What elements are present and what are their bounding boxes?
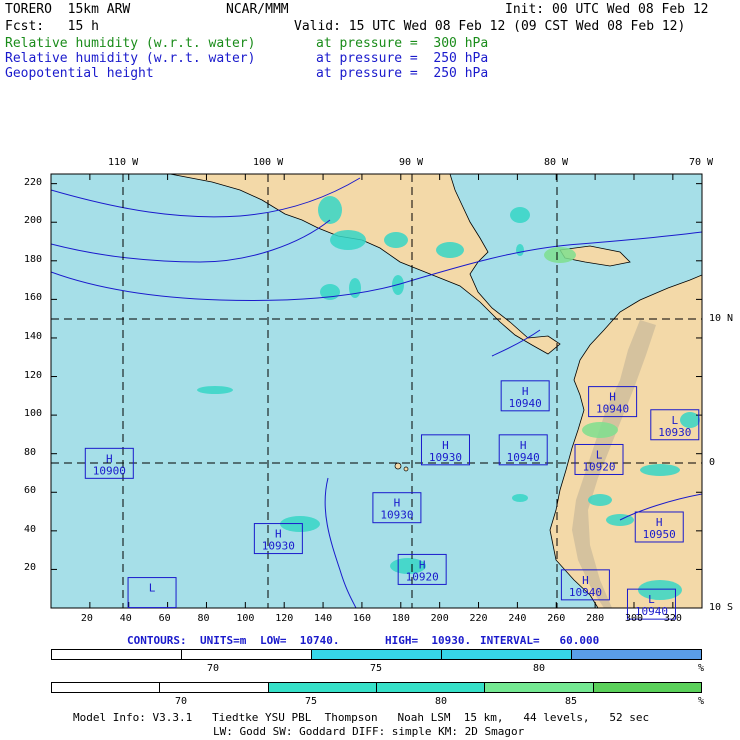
pressure-value: 10930	[262, 540, 295, 553]
pressure-value: 10940	[509, 397, 542, 410]
colorbar2-unit: %	[698, 696, 705, 707]
pressure-value: 10950	[643, 528, 676, 541]
y-tick-label: 140	[24, 330, 43, 342]
x-tick-label: 200	[430, 613, 449, 624]
forecast-map: H10900LH10930H10930H10920H10930H10940H10…	[50, 173, 703, 620]
pressure-value: 10940	[596, 403, 629, 416]
x-tick-label: 300	[624, 613, 644, 624]
pressure-value: 10920	[406, 570, 439, 583]
lat-label-10n: 10 N	[709, 313, 734, 324]
colorbar1-unit: %	[698, 663, 705, 674]
contours-interval: INTERVAL= 60.000	[480, 634, 600, 647]
x-tick-label: 280	[586, 613, 605, 624]
x-tick-label: 100	[236, 613, 255, 624]
x-tick-label: 240	[508, 613, 527, 624]
pressure-value: 10940	[569, 586, 602, 599]
lon-label-100w: 100 W	[253, 157, 284, 168]
lon-label-70w: 70 W	[689, 157, 714, 168]
colorbar1-label-70: 70	[207, 663, 220, 674]
model-info-line2: LW: Godd SW: Goddard DIFF: simple KM: 2D…	[213, 725, 525, 738]
contours-units: UNITS=m	[200, 634, 247, 647]
contours-low: LOW= 10740.	[260, 634, 340, 647]
x-tick-label: 220	[469, 613, 488, 624]
lon-label-110w: 110 W	[108, 157, 139, 168]
pressure-value: 10920	[582, 460, 615, 473]
x-tick-label: 40	[119, 613, 132, 624]
galapagos-island	[394, 462, 402, 470]
contours-label: CONTOURS:	[127, 634, 187, 647]
colorbar2-label-80: 80	[435, 696, 448, 707]
colorbar-segment	[268, 683, 377, 692]
x-tick-label: 140	[314, 613, 333, 624]
model-info-line1: Model Info: V3.3.1 Tiedtke YSU PBL Thomp…	[73, 711, 650, 724]
pressure-value: 10930	[658, 426, 691, 439]
colorbar-segment	[52, 650, 182, 659]
colorbar-segment	[182, 650, 312, 659]
x-tick-label: 60	[158, 613, 171, 624]
colorbar-segment	[593, 683, 701, 692]
y-tick-label: 40	[24, 523, 37, 535]
colorbar-segment	[312, 650, 442, 659]
y-tick-label: 120	[24, 369, 43, 381]
colorbar-segment	[52, 683, 161, 692]
colorbar-300hpa	[51, 682, 702, 693]
colorbar-segment	[442, 650, 572, 659]
y-tick-label: 180	[24, 253, 43, 265]
x-tick-label: 80	[197, 613, 210, 624]
x-tick-label: 320	[663, 613, 682, 624]
colorbar-segment	[572, 650, 701, 659]
lat-label-0: 0	[709, 457, 716, 468]
y-tick-label: 20	[24, 562, 37, 574]
colorbar-segment	[160, 683, 269, 692]
y-tick-label: 160	[24, 292, 43, 304]
y-tick-label: 220	[24, 176, 43, 188]
colorbar2-label-75: 75	[305, 696, 318, 707]
colorbar2-label-85: 85	[565, 696, 578, 707]
lon-label-90w: 90 W	[399, 157, 424, 168]
x-tick-label: 160	[352, 613, 371, 624]
x-tick-label: 120	[275, 613, 294, 624]
y-tick-label: 60	[24, 485, 37, 497]
pressure-value: 10900	[93, 464, 126, 477]
colorbar2-label-70: 70	[175, 696, 188, 707]
pressure-value: 10940	[507, 451, 540, 464]
pressure-value: 10930	[380, 509, 413, 522]
lon-label-80w: 80 W	[544, 157, 569, 168]
colorbar-250hpa	[51, 649, 702, 660]
x-tick-label: 20	[80, 613, 93, 624]
colorbar1-label-80: 80	[533, 663, 546, 674]
y-tick-label: 100	[24, 408, 43, 420]
y-tick-label: 200	[24, 215, 43, 227]
galapagos-island	[403, 466, 409, 472]
contours-high: HIGH= 10930.	[385, 634, 472, 647]
pressure-value: 10930	[429, 451, 462, 464]
colorbar-segment	[376, 683, 486, 692]
colorbar-segment	[485, 683, 594, 692]
colorbar1-label-75: 75	[370, 663, 383, 674]
pressure-letter: L	[149, 582, 156, 595]
x-tick-label: 260	[547, 613, 566, 624]
lat-label-10s: 10 S	[709, 602, 734, 613]
x-tick-label: 180	[391, 613, 410, 624]
y-tick-label: 80	[24, 446, 37, 458]
